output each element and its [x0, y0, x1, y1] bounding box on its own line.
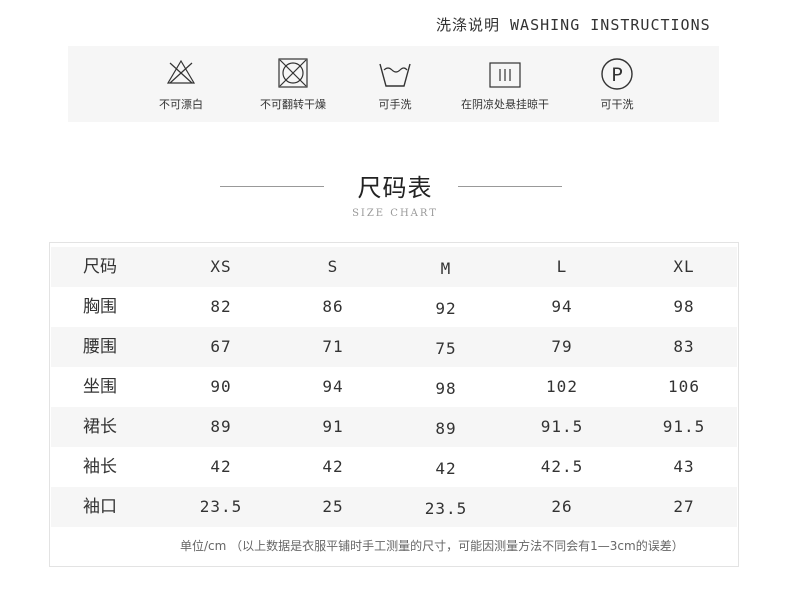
table-cell: 86 [322, 297, 344, 316]
no-tumble-dry-icon [278, 58, 308, 88]
row-label: 胸围 [83, 297, 117, 317]
wash-label: 可干洗 [600, 98, 634, 111]
table-cell: 75 [435, 339, 457, 358]
table-cell: 42.5 [540, 457, 584, 476]
table-cell: 89 [210, 417, 232, 436]
table-cell: 43 [673, 457, 695, 476]
header-cell: XS [210, 257, 232, 276]
row-label: 坐围 [83, 377, 117, 397]
wash-item-hand-wash: 可手洗 [340, 46, 450, 122]
table-cell: 23.5 [424, 499, 468, 518]
table-cell: 102 [546, 377, 578, 396]
table-cell: 79 [551, 337, 573, 356]
wash-item-no-tumble-dry: 不可翻转干燥 [238, 46, 348, 122]
table-row: 裙长 89 91 89 91.5 91.5 [51, 407, 737, 447]
table-row: 袖长 42 42 42 42.5 43 [51, 447, 737, 487]
table-row: 袖口 23.5 25 23.5 26 27 [51, 487, 737, 527]
header-cell: XL [673, 257, 695, 276]
table-cell: 26 [551, 497, 573, 516]
header-cell: 尺码 [83, 257, 117, 277]
no-bleach-icon [166, 59, 196, 84]
hand-wash-icon [379, 63, 411, 87]
row-label: 裙长 [83, 417, 117, 437]
measurement-footnote: 单位/cm （以上数据是衣服平铺时手工测量的尺寸，可能因测量方法不同会有1—3c… [180, 539, 684, 553]
table-cell: 94 [551, 297, 573, 316]
table-cell: 98 [435, 379, 457, 398]
washing-title: 洗涤说明 WASHING INSTRUCTIONS [436, 16, 711, 34]
table-cell: 42 [322, 457, 344, 476]
shade-line-dry-icon [489, 62, 521, 88]
table-cell: 94 [322, 377, 344, 396]
table-cell: 42 [435, 459, 457, 478]
size-chart-subtitle: SIZE CHART [352, 208, 438, 219]
dry-clean-letter: P [611, 64, 622, 86]
table-cell: 91 [322, 417, 344, 436]
table-cell: 98 [673, 297, 695, 316]
table-cell: 82 [210, 297, 232, 316]
table-cell: 25 [322, 497, 344, 516]
size-table: 尺码 XS S M L XL 胸围 82 86 92 94 98 腰围 67 7… [49, 242, 739, 567]
table-cell: 90 [210, 377, 232, 396]
table-cell: 83 [673, 337, 695, 356]
washing-panel: 不可漂白 不可翻转干燥 可手洗 在阴凉处悬挂晾干 P 可干洗 [68, 46, 719, 122]
wash-label: 可手洗 [378, 98, 412, 111]
wash-item-dry-clean: P 可干洗 [562, 46, 672, 122]
table-cell: 91.5 [662, 417, 706, 436]
wash-item-shade-dry: 在阴凉处悬挂晾干 [446, 46, 564, 122]
table-cell: 42 [210, 457, 232, 476]
header-cell: L [556, 257, 568, 276]
table-row: 胸围 82 86 92 94 98 [51, 287, 737, 327]
wash-item-no-bleach: 不可漂白 [126, 46, 236, 122]
table-cell: 89 [435, 419, 457, 438]
wash-label: 不可翻转干燥 [260, 98, 326, 111]
table-cell: 106 [668, 377, 700, 396]
header-cell: M [440, 259, 452, 278]
table-cell: 67 [210, 337, 232, 356]
table-row: 腰围 67 71 75 79 83 [51, 327, 737, 367]
dry-clean-p-icon: P [601, 58, 633, 90]
wash-label: 不可漂白 [159, 98, 203, 111]
row-label: 袖口 [83, 497, 117, 517]
table-row: 坐围 90 94 98 102 106 [51, 367, 737, 407]
table-cell: 71 [322, 337, 344, 356]
row-label: 袖长 [83, 457, 117, 477]
table-cell: 92 [435, 299, 457, 318]
size-chart-title: 尺码表 [357, 174, 433, 202]
table-header-row: 尺码 XS S M L XL [51, 247, 737, 287]
table-cell: 23.5 [199, 497, 243, 516]
table-cell: 27 [673, 497, 695, 516]
table-cell: 91.5 [540, 417, 584, 436]
wash-label: 在阴凉处悬挂晾干 [461, 98, 549, 111]
row-label: 腰围 [83, 337, 117, 357]
header-cell: S [327, 257, 339, 276]
